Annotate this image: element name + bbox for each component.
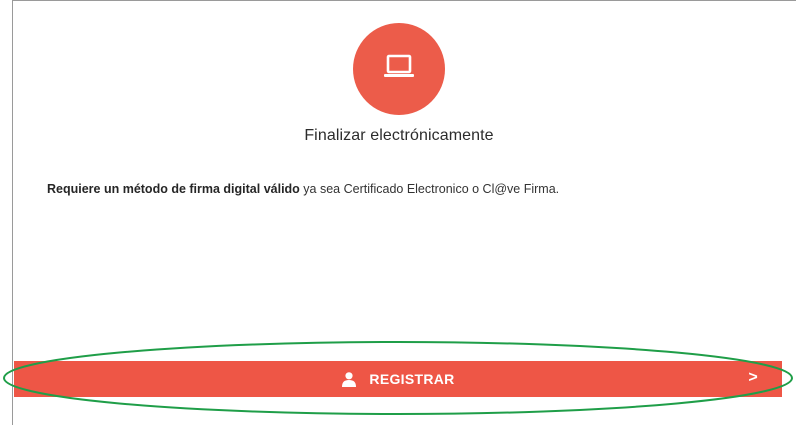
description-bold: Requiere un método de firma digital váli… bbox=[47, 182, 300, 196]
option-title: Finalizar electrónicamente bbox=[304, 127, 494, 144]
description-rest: ya sea Certificado Electronico o Cl@ve F… bbox=[299, 182, 560, 196]
chevron-right-icon: > bbox=[748, 369, 758, 386]
laptop-icon bbox=[379, 53, 419, 86]
laptop-icon-badge bbox=[353, 23, 445, 115]
registrar-label: REGISTRAR bbox=[369, 371, 455, 387]
option-description: Requiere un método de firma digital váli… bbox=[47, 179, 747, 199]
registrar-button[interactable]: REGISTRAR > bbox=[14, 361, 782, 397]
user-icon bbox=[341, 371, 357, 387]
